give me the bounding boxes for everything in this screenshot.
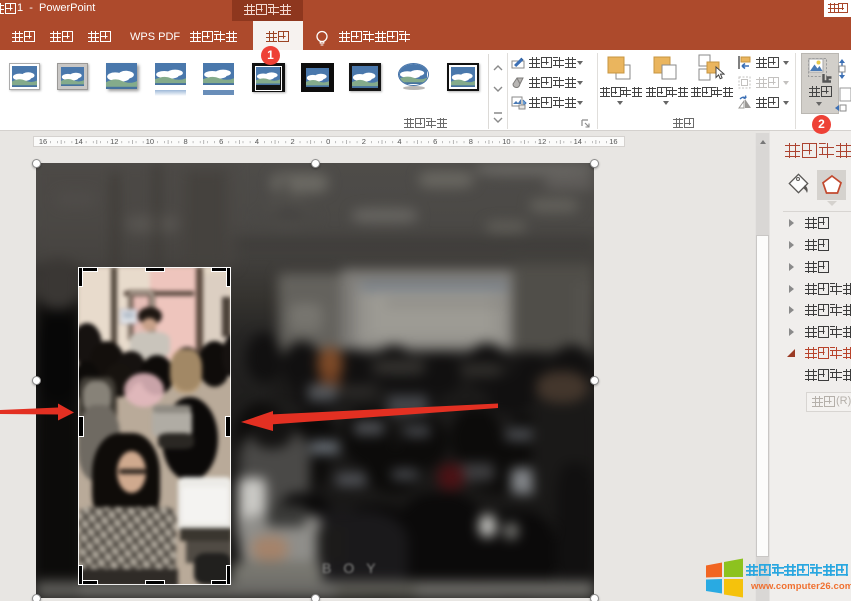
svg-text:12: 12	[110, 137, 118, 146]
svg-text:12: 12	[538, 137, 546, 146]
svg-text:8: 8	[184, 137, 188, 146]
svg-text:8: 8	[469, 137, 473, 146]
svg-text:16: 16	[609, 137, 617, 146]
svg-text:6: 6	[433, 137, 437, 146]
svg-text:6: 6	[219, 137, 223, 146]
svg-text:0: 0	[326, 137, 330, 146]
svg-text:4: 4	[397, 137, 401, 146]
svg-text:16: 16	[39, 137, 47, 146]
svg-text:2: 2	[290, 137, 294, 146]
svg-text:10: 10	[502, 137, 510, 146]
svg-text:10: 10	[146, 137, 154, 146]
svg-text:2: 2	[362, 137, 366, 146]
svg-text:4: 4	[255, 137, 259, 146]
svg-text:14: 14	[74, 137, 82, 146]
svg-text:14: 14	[574, 137, 582, 146]
